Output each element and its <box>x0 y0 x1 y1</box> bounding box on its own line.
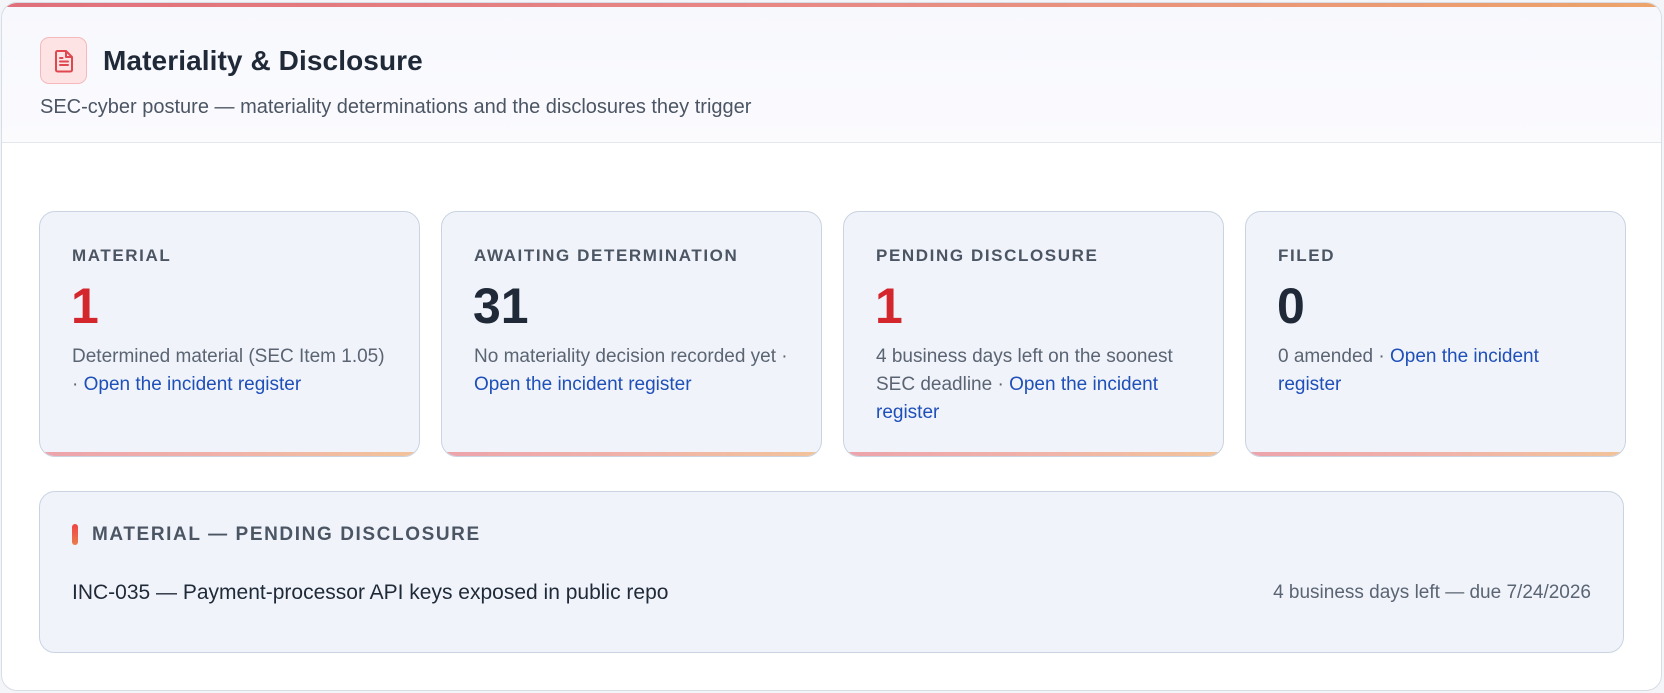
stat-card-description: Determined material (SEC Item 1.05) · Op… <box>72 343 395 399</box>
stat-card-label: FILED <box>1278 246 1336 265</box>
incident-row-title[interactable]: INC-035 — Payment-processor API keys exp… <box>72 581 668 605</box>
stat-card-value: 31 <box>473 278 529 334</box>
incident-register-link[interactable]: Open the incident register <box>474 374 692 395</box>
stat-card-desc-text: 0 amended · <box>1278 346 1390 367</box>
stat-card-material: MATERIAL 1 Determined material (SEC Item… <box>39 211 420 457</box>
stat-card-filed: FILED 0 0 amended · Open the incident re… <box>1245 211 1626 457</box>
pending-disclosure-section: MATERIAL — PENDING DISCLOSURE INC-035 — … <box>39 491 1624 653</box>
stat-card-value: 1 <box>71 278 99 334</box>
stat-card-description: No materiality decision recorded yet · O… <box>474 343 797 399</box>
stat-card-desc-text: No materiality decision recorded yet · <box>474 346 788 367</box>
stat-card-value: 1 <box>875 278 903 334</box>
incident-register-link[interactable]: Open the incident register <box>84 374 302 395</box>
stat-card-label: AWAITING DETERMINATION <box>474 246 739 265</box>
panel-header: Materiality & Disclosure SEC-cyber postu… <box>2 7 1661 143</box>
page-title: Materiality & Disclosure <box>103 45 423 76</box>
stat-card-description: 0 amended · Open the incident register <box>1278 343 1601 399</box>
stat-card-label: MATERIAL <box>72 246 172 265</box>
stat-card-label: PENDING DISCLOSURE <box>876 246 1099 265</box>
stat-card-awaiting-determination: AWAITING DETERMINATION 31 No materiality… <box>441 211 822 457</box>
section-title: MATERIAL — PENDING DISCLOSURE <box>92 524 481 545</box>
stat-card-value: 0 <box>1277 278 1305 334</box>
page-subtitle: SEC-cyber posture — materiality determin… <box>40 96 752 118</box>
stat-card-description: 4 business days left on the soonest SEC … <box>876 343 1199 427</box>
incident-row-deadline: 4 business days left — due 7/24/2026 <box>1273 582 1591 603</box>
stat-card-pending-disclosure: PENDING DISCLOSURE 1 4 business days lef… <box>843 211 1224 457</box>
section-marker-bar <box>72 524 78 545</box>
document-icon <box>40 37 87 84</box>
